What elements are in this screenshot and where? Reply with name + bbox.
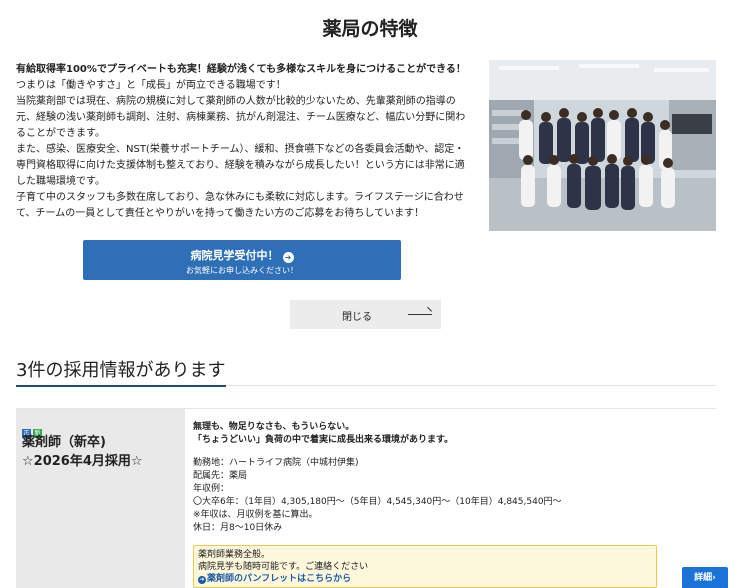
job-department: 配属先：薬局 xyxy=(193,471,248,481)
heading-accent-bar xyxy=(16,385,226,387)
job-note-line-1: 薬剤師業務全般。 xyxy=(198,550,271,560)
long-arrow-right-icon xyxy=(408,314,432,315)
job-title-line-1: 薬剤師（新卒) xyxy=(22,435,106,450)
job-title-panel: 正新 薬剤師（新卒) ☆2026年4月採用☆ xyxy=(16,409,185,588)
staff-group-photo xyxy=(489,60,716,231)
hospital-visit-label: 病院見学受付中！ xyxy=(190,249,279,262)
job-details: 勤務地：ハートライフ病院（中城村伊集) 配属先：薬局 年収例： 〇大卒6年：（1… xyxy=(193,457,713,535)
feature-paragraph-2: 当院薬剤部では現在、病院の規模に対して薬剤師の人数が比較的少ないため、先輩薬剤師… xyxy=(16,96,466,139)
feature-paragraph-1: つまりは「働きやすさ」と「成長」が両立できる職場です！ xyxy=(16,80,286,91)
job-title: 薬剤師（新卒) ☆2026年4月採用☆ xyxy=(22,433,143,471)
job-detail-panel: 無理も、物足りなさも、もういらない。 「ちょうどいい」負荷の中で着実に成長出来る… xyxy=(193,421,728,588)
feature-description: 有給取得率100%でプライベートも充実！経験が浅くても多様なスキルを身につけるこ… xyxy=(16,62,470,222)
job-catch-line-2: 「ちょうどいい」負荷の中で着実に成長出来る環境があります。 xyxy=(193,435,454,445)
job-holidays: 休日：月8〜10日休み xyxy=(193,523,283,533)
pamphlet-link-label: 薬剤師のパンフレットはこちらから xyxy=(207,574,352,584)
hospital-visit-button[interactable]: 病院見学受付中！ ➜ お気軽にお申し込みください！ xyxy=(83,240,401,280)
feature-lead: 有給取得率100%でプライベートも充実！経験が浅くても多様なスキルを身につけるこ… xyxy=(16,64,466,75)
job-note-line-2: 病院見学も随時可能です。ご連絡ください xyxy=(198,562,369,572)
feature-paragraph-4: 子育て中のスタッフも多数在席しており、急な休みにも柔軟に対応します。ライフステー… xyxy=(16,192,464,219)
pamphlet-link[interactable]: ➜ 薬剤師のパンフレットはこちらから xyxy=(198,573,652,585)
arrow-right-circle-icon: ➜ xyxy=(282,252,294,263)
job-salary: 〇大卒6年：（1年目）4,305,180円〜（5年目）4,545,340円〜（1… xyxy=(193,497,562,507)
close-button[interactable]: 閉じる xyxy=(290,300,441,329)
job-salary-label: 年収例： xyxy=(193,484,230,494)
job-detail-button-label: 詳細 xyxy=(694,573,713,583)
close-button-label: 閉じる xyxy=(342,312,372,323)
job-catch-line-1: 無理も、物足りなさも、もういらない。 xyxy=(193,422,355,432)
job-title-line-2: ☆2026年4月採用☆ xyxy=(22,454,143,469)
job-listing-card: 正新 薬剤師（新卒) ☆2026年4月採用☆ 無理も、物足りなさも、もういらない… xyxy=(16,408,728,588)
hospital-visit-sublabel: お気軽にお申し込みください！ xyxy=(186,266,298,275)
feature-paragraph-3: また、感染、医療安全、NST(栄養サポートチーム）、緩和、摂食嚥下などの各委員会… xyxy=(16,144,465,187)
job-catchphrase: 無理も、物足りなさも、もういらない。 「ちょうどいい」負荷の中で着実に成長出来る… xyxy=(193,421,713,447)
job-location: 勤務地：ハートライフ病院（中城村伊集) xyxy=(193,458,359,468)
section-title: 薬局の特徴 xyxy=(322,18,418,40)
job-salary-note: ※年収は、月収例を基に算出。 xyxy=(193,510,318,520)
arrow-right-circle-icon: ➜ xyxy=(198,576,206,584)
job-note-box: 薬剤師業務全般。 病院見学も随時可能です。ご連絡ください ➜ 薬剤師のパンフレット… xyxy=(193,545,657,588)
job-detail-button[interactable]: 詳細› xyxy=(682,567,728,588)
chevron-right-icon: › xyxy=(712,573,716,583)
jobs-count-heading: 3件の採用情報があります xyxy=(16,360,226,381)
